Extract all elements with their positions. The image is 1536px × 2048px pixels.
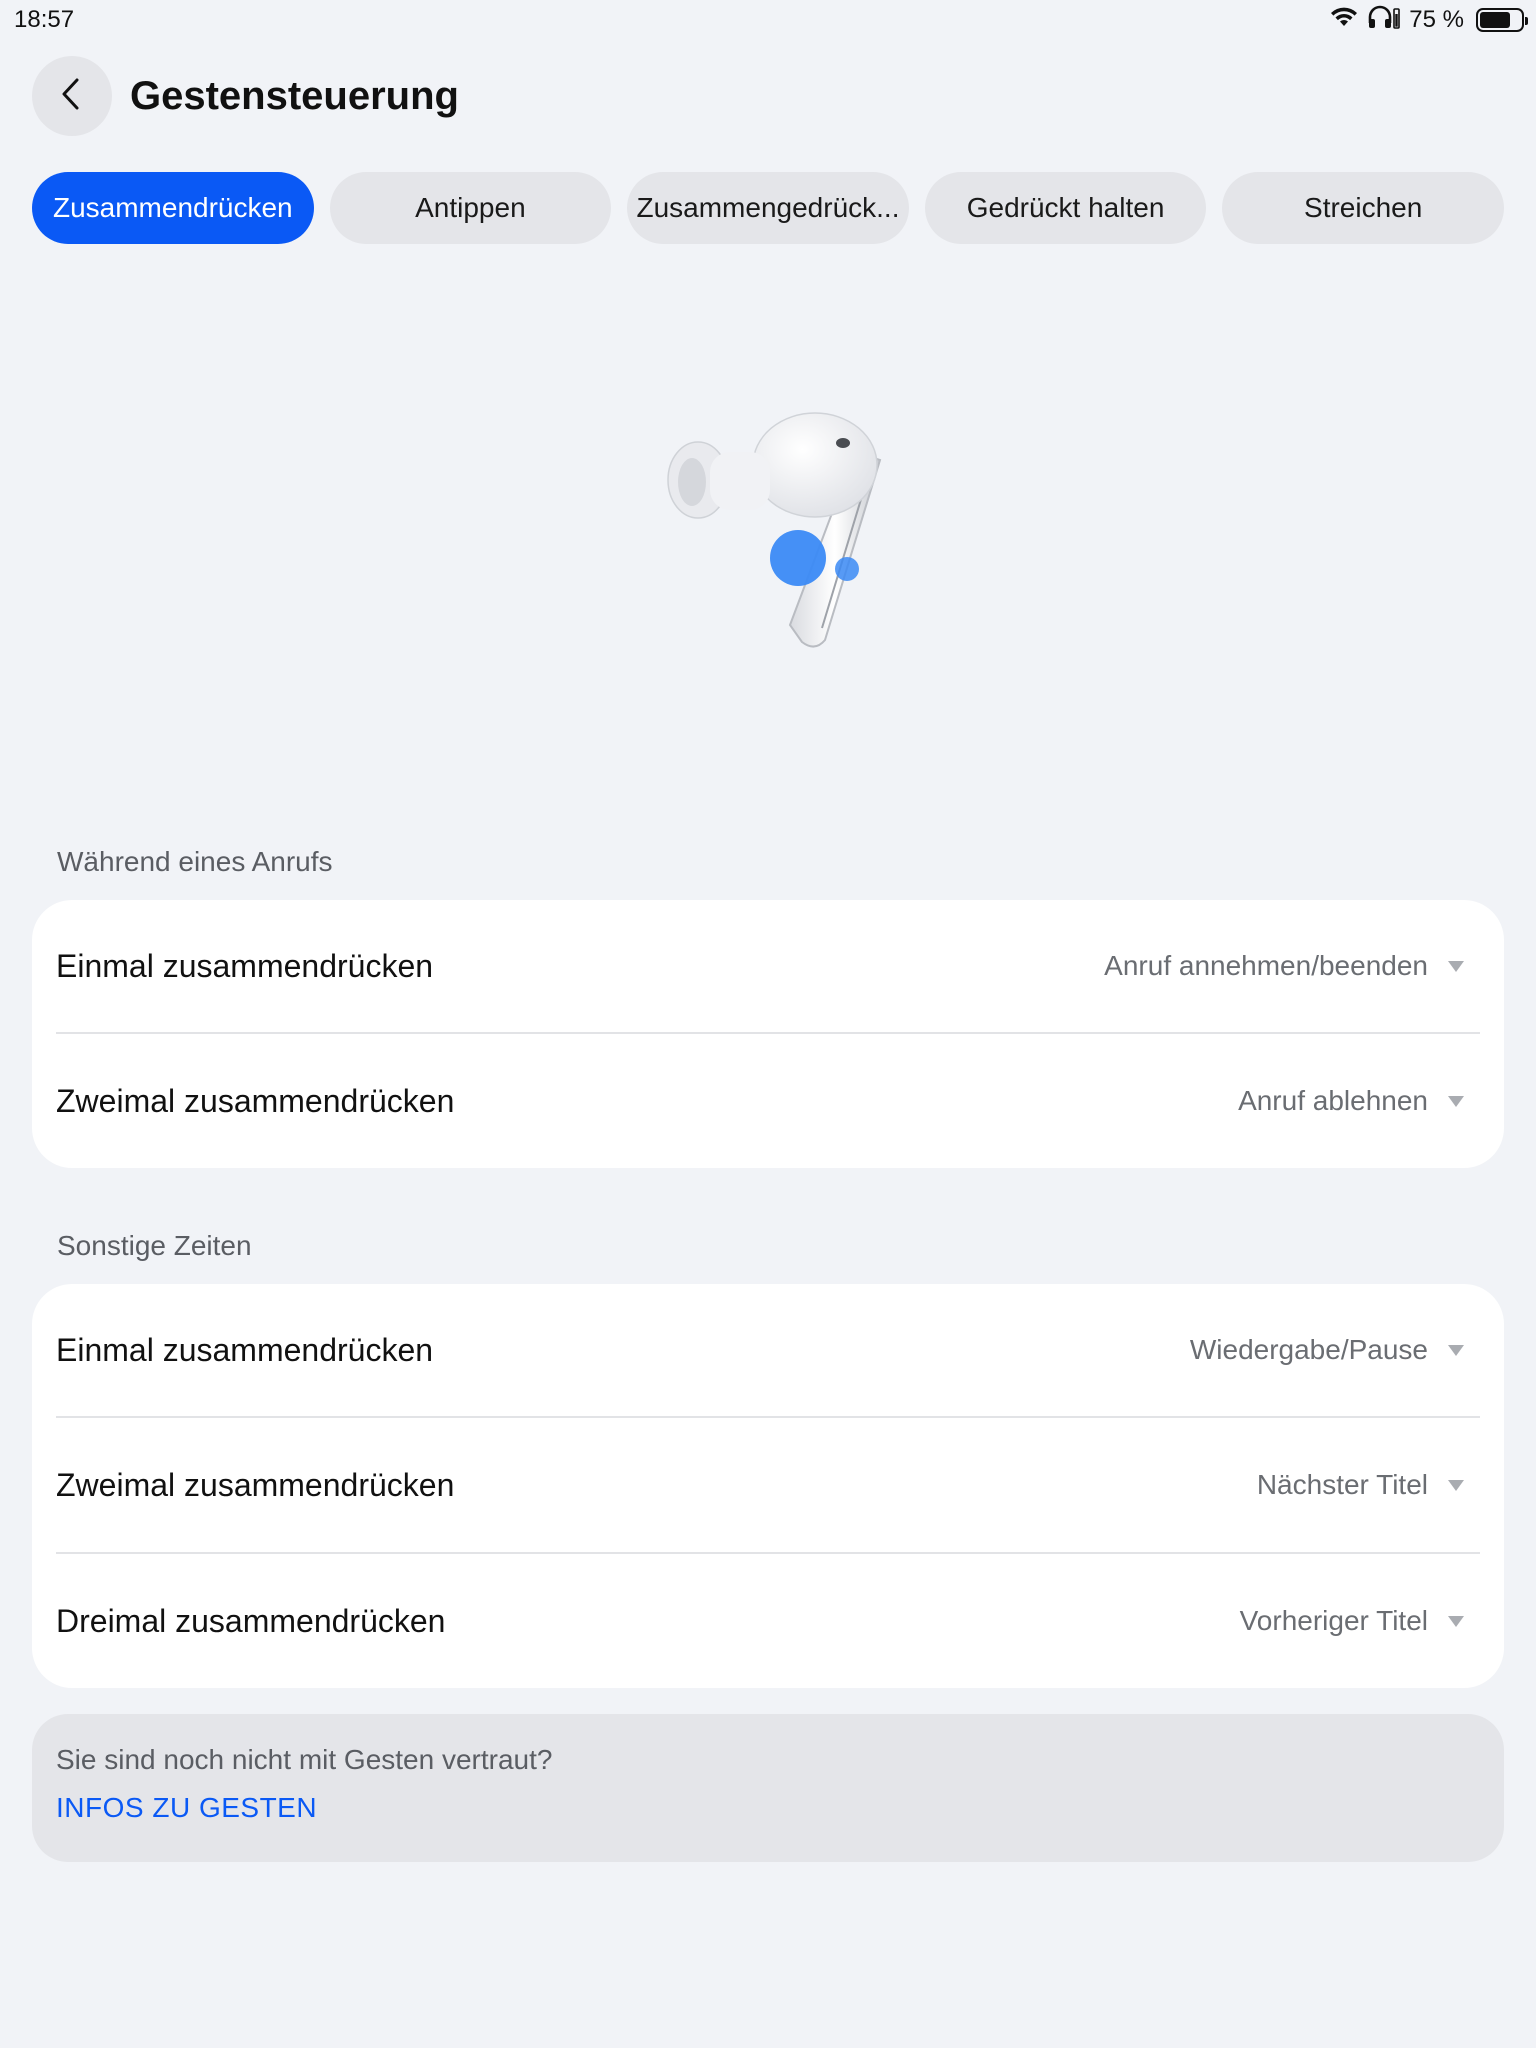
row-value: Anruf annehmen/beenden	[1104, 950, 1428, 981]
tab-zusammendruecken[interactable]: Zusammendrücken	[32, 172, 314, 244]
row-value: Vorheriger Titel	[1239, 1605, 1428, 1636]
row-dropdown[interactable]: Anruf ablehnen	[1238, 1085, 1480, 1117]
gesture-info-link[interactable]: INFOS ZU GESTEN	[56, 1792, 1480, 1824]
earbud-illustration	[640, 390, 900, 670]
headphones-icon	[1367, 5, 1401, 36]
setting-row[interactable]: Zweimal zusammendrücken Nächster Titel	[56, 1416, 1480, 1552]
row-dropdown[interactable]: Vorheriger Titel	[1240, 1605, 1480, 1637]
caret-down-icon	[1448, 960, 1464, 972]
gesture-info-box: Sie sind noch nicht mit Gesten vertraut?…	[32, 1714, 1504, 1862]
row-title: Zweimal zusammendrücken	[56, 1082, 455, 1119]
row-value: Nächster Titel	[1256, 1469, 1428, 1500]
caret-down-icon	[1448, 1479, 1464, 1491]
status-icons: 75 %	[1329, 5, 1528, 36]
battery-level	[1480, 12, 1510, 28]
wifi-icon	[1329, 6, 1359, 35]
gesture-tabs: Zusammendrücken Antippen Zusammengedrück…	[32, 172, 1504, 244]
section-label-call: Während eines Anrufs	[57, 846, 333, 877]
row-title: Zweimal zusammendrücken	[56, 1466, 455, 1503]
page-title: Gestensteuerung	[130, 73, 459, 118]
info-text: Sie sind noch nicht mit Gesten vertraut?	[56, 1744, 553, 1775]
tab-zusammengedrueckt[interactable]: Zusammengedrück...	[627, 172, 909, 244]
status-time: 18:57	[14, 6, 75, 33]
section-label-other: Sonstige Zeiten	[57, 1230, 252, 1261]
row-value: Anruf ablehnen	[1238, 1085, 1428, 1116]
row-title: Einmal zusammendrücken	[56, 947, 434, 984]
row-dropdown[interactable]: Nächster Titel	[1257, 1469, 1480, 1501]
row-title: Dreimal zusammendrücken	[56, 1602, 446, 1639]
row-value: Wiedergabe/Pause	[1189, 1334, 1428, 1365]
row-title: Einmal zusammendrücken	[56, 1331, 434, 1368]
card-other: Einmal zusammendrücken Wiedergabe/Pause …	[32, 1284, 1504, 1688]
tab-streichen[interactable]: Streichen	[1222, 172, 1504, 244]
caret-down-icon	[1448, 1615, 1464, 1627]
chevron-left-icon	[57, 76, 87, 117]
battery-percent: 75 %	[1409, 6, 1464, 33]
setting-row[interactable]: Einmal zusammendrücken Wiedergabe/Pause	[56, 1284, 1480, 1416]
setting-row[interactable]: Zweimal zusammendrücken Anruf ablehnen	[56, 1032, 1480, 1168]
back-button[interactable]	[32, 56, 112, 136]
header: Gestensteuerung	[32, 56, 459, 136]
setting-row[interactable]: Einmal zusammendrücken Anruf annehmen/be…	[56, 900, 1480, 1032]
tab-gedrueckt-halten[interactable]: Gedrückt halten	[924, 172, 1207, 244]
status-bar: 18:57 75 %	[0, 0, 1536, 40]
setting-row[interactable]: Dreimal zusammendrücken Vorheriger Titel	[56, 1552, 1480, 1688]
caret-down-icon	[1448, 1344, 1464, 1356]
card-call: Einmal zusammendrücken Anruf annehmen/be…	[32, 900, 1504, 1168]
battery-icon	[1476, 8, 1528, 32]
row-dropdown[interactable]: Wiedergabe/Pause	[1190, 1334, 1480, 1366]
row-dropdown[interactable]: Anruf annehmen/beenden	[1104, 950, 1480, 982]
tab-antippen[interactable]: Antippen	[329, 172, 612, 244]
caret-down-icon	[1448, 1095, 1464, 1107]
